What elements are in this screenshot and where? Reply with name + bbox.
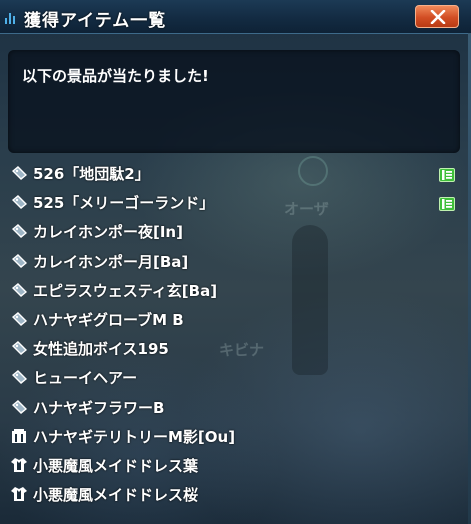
item-label: ハナヤギテリトリーM影[Ou]: [33, 427, 236, 446]
item-label: ヒューイヘアー: [33, 369, 138, 388]
message-panel: 以下の景品が当たりました!: [8, 50, 460, 153]
new-item-badge: [439, 196, 455, 212]
item-label: 526「地団駄2」: [33, 165, 150, 183]
item-row[interactable]: 女性追加ボイス195: [6, 334, 466, 363]
signal-icon: [5, 10, 15, 24]
item-row[interactable]: ヒューイヘアー: [6, 363, 466, 392]
window-title: 獲得アイテム一覧: [24, 11, 167, 31]
obtained-item-list: 526「地団駄2」 525「メリーゴーランド」 カレイホンポー夜[In] カレイホンポ…: [6, 159, 466, 509]
item-row[interactable]: 526「地団駄2」: [6, 159, 466, 188]
ticket-icon: [10, 282, 28, 298]
ticket-icon: [10, 194, 28, 210]
item-label: ハナヤギグローブM B: [33, 310, 184, 329]
result-message: 以下の景品が当たりました!: [22, 67, 209, 85]
item-label: 小悪魔風メイドドレス葉: [33, 456, 199, 475]
ticket-icon: [10, 369, 28, 385]
item-label: ハナヤギフラワーB: [33, 398, 165, 417]
item-label: エピラスウェスティ玄[Ba]: [33, 281, 218, 300]
close-x-icon: [430, 10, 446, 24]
item-row[interactable]: 525「メリーゴーランド」: [6, 188, 466, 217]
item-label: 女性追加ボイス195: [33, 340, 169, 359]
item-row[interactable]: ハナヤギグローブM B: [6, 305, 466, 334]
item-label: 525「メリーゴーランド」: [33, 194, 215, 213]
item-label: カレイホンポー月[Ba]: [33, 252, 189, 271]
room-item-icon: [10, 428, 28, 444]
ticket-icon: [10, 399, 28, 415]
close-button[interactable]: [415, 5, 459, 28]
item-row[interactable]: ハナヤギフラワーB: [6, 393, 466, 422]
ticket-icon: [10, 165, 28, 181]
item-row[interactable]: 小悪魔風メイドドレス桜: [6, 480, 466, 509]
item-row[interactable]: エピラスウェスティ玄[Ba]: [6, 276, 466, 305]
costume-icon: [10, 486, 28, 502]
ticket-icon: [10, 340, 28, 356]
item-label: 小悪魔風メイドドレス桜: [33, 486, 199, 505]
ticket-icon: [10, 253, 28, 269]
costume-icon: [10, 457, 28, 473]
ticket-icon: [10, 311, 28, 327]
item-row[interactable]: カレイホンポー月[Ba]: [6, 247, 466, 276]
item-list-window: オーザ キビナ 獲得アイテム一覧 以下の景品が当たりました! 526「地団駄2」…: [0, 0, 471, 524]
item-row[interactable]: 小悪魔風メイドドレス葉: [6, 451, 466, 480]
new-item-badge: [439, 167, 455, 182]
title-bar: 獲得アイテム一覧: [0, 0, 471, 34]
item-row[interactable]: カレイホンポー夜[In]: [6, 217, 466, 246]
item-label: カレイホンポー夜[In]: [33, 223, 183, 242]
item-row[interactable]: ハナヤギテリトリーM影[Ou]: [6, 422, 466, 451]
ticket-icon: [10, 223, 28, 239]
